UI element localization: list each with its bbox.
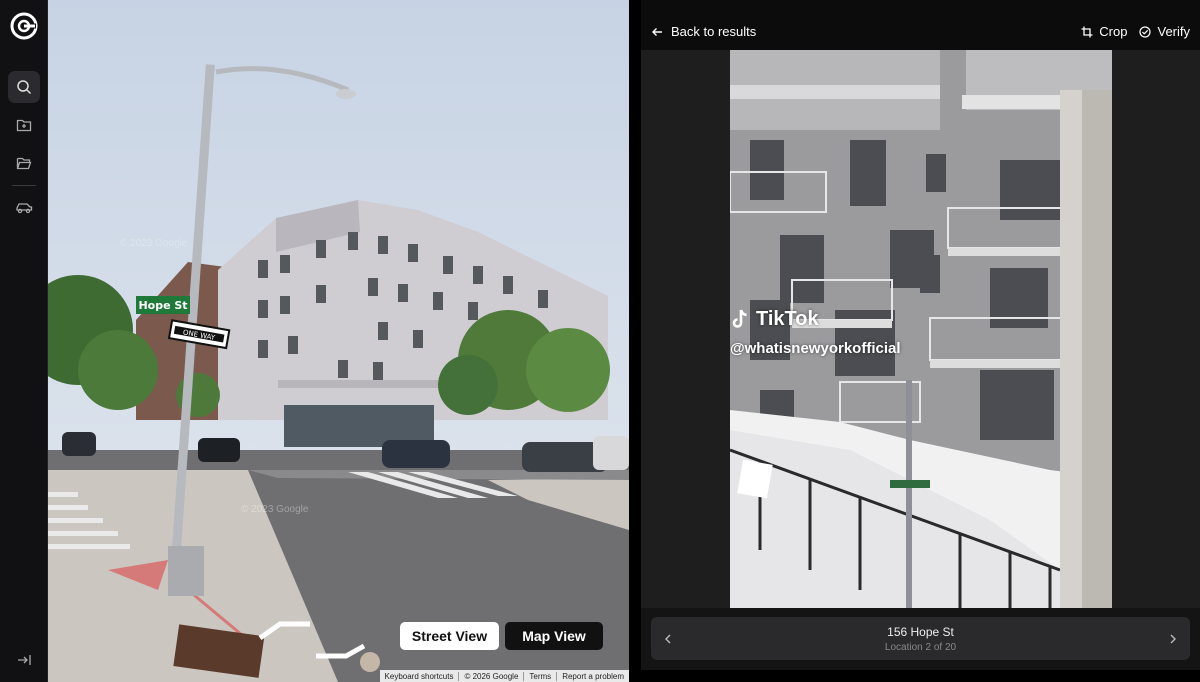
folder-plus-icon [16, 119, 32, 132]
terms-link[interactable]: Terms [523, 671, 556, 681]
street-view-watermark: © 2023 Google [241, 504, 309, 515]
street-view-image[interactable]: Hope St ONE WAY [48, 0, 629, 682]
back-label: Back to results [671, 24, 757, 39]
arrow-left-icon [652, 27, 662, 36]
location-name: 156 Hope St [887, 625, 954, 639]
sidebar-item-new-folder[interactable] [8, 109, 40, 141]
crop-icon [1081, 26, 1093, 37]
tiktok-watermark: TikTok [730, 308, 819, 331]
hope-street-sign-text: Hope St [138, 299, 187, 312]
verify-label: Verify [1157, 24, 1190, 39]
sidebar-item-search[interactable] [8, 71, 40, 103]
crop-button[interactable]: Crop [1081, 24, 1127, 39]
tiktok-handle: @whatisnewyorkofficial [730, 340, 901, 357]
photo-detail-panel: Back to results Crop Verify TikTok @what… [629, 0, 1200, 682]
tiktok-photo[interactable]: TikTok @whatisnewyorkofficial [730, 50, 1112, 608]
street-view-panel[interactable]: Hope St ONE WAY © 2023 Google © 2023 Goo… [48, 0, 629, 682]
back-to-results-button[interactable]: Back to results [651, 24, 756, 39]
keyboard-shortcuts-link[interactable]: Keyboard shortcuts [380, 672, 459, 681]
location-footer: 156 Hope St Location 2 of 20 [641, 608, 1200, 670]
google-copyright: © 2026 Google [458, 671, 523, 681]
report-problem-link[interactable]: Report a problem [556, 671, 629, 681]
collapse-sidebar-icon [18, 655, 31, 665]
check-circle-icon [1139, 25, 1152, 38]
location-position: Location 2 of 20 [884, 642, 957, 653]
map-view-button[interactable]: Map View [505, 622, 603, 650]
car-icon [16, 203, 33, 214]
folder-open-icon [16, 157, 32, 170]
verify-button[interactable]: Verify [1139, 24, 1190, 39]
chevron-right-icon [1170, 634, 1176, 644]
next-location-button[interactable] [1164, 630, 1182, 648]
photo-toolbar: Crop Verify [1081, 24, 1190, 39]
sidebar [0, 0, 48, 682]
sidebar-item-vehicles[interactable] [8, 192, 40, 224]
collapse-sidebar-button[interactable] [8, 644, 40, 676]
street-view-watermark-faint: © 2023 Google [120, 238, 188, 249]
google-footer-bar: Keyboard shortcuts © 2026 Google Terms R… [379, 670, 629, 682]
tiktok-brand: TikTok [756, 308, 819, 330]
search-icon [17, 80, 32, 95]
crop-label: Crop [1099, 24, 1128, 39]
tiktok-icon [732, 309, 747, 328]
app-logo[interactable] [8, 10, 40, 42]
street-view-button[interactable]: Street View [400, 622, 499, 650]
location-navigator: 156 Hope St Location 2 of 20 [651, 617, 1190, 660]
sidebar-item-folders[interactable] [8, 147, 40, 179]
sidebar-divider [12, 185, 36, 186]
app-window: Hope St ONE WAY © 2023 Google © 2023 Goo… [0, 0, 1200, 682]
